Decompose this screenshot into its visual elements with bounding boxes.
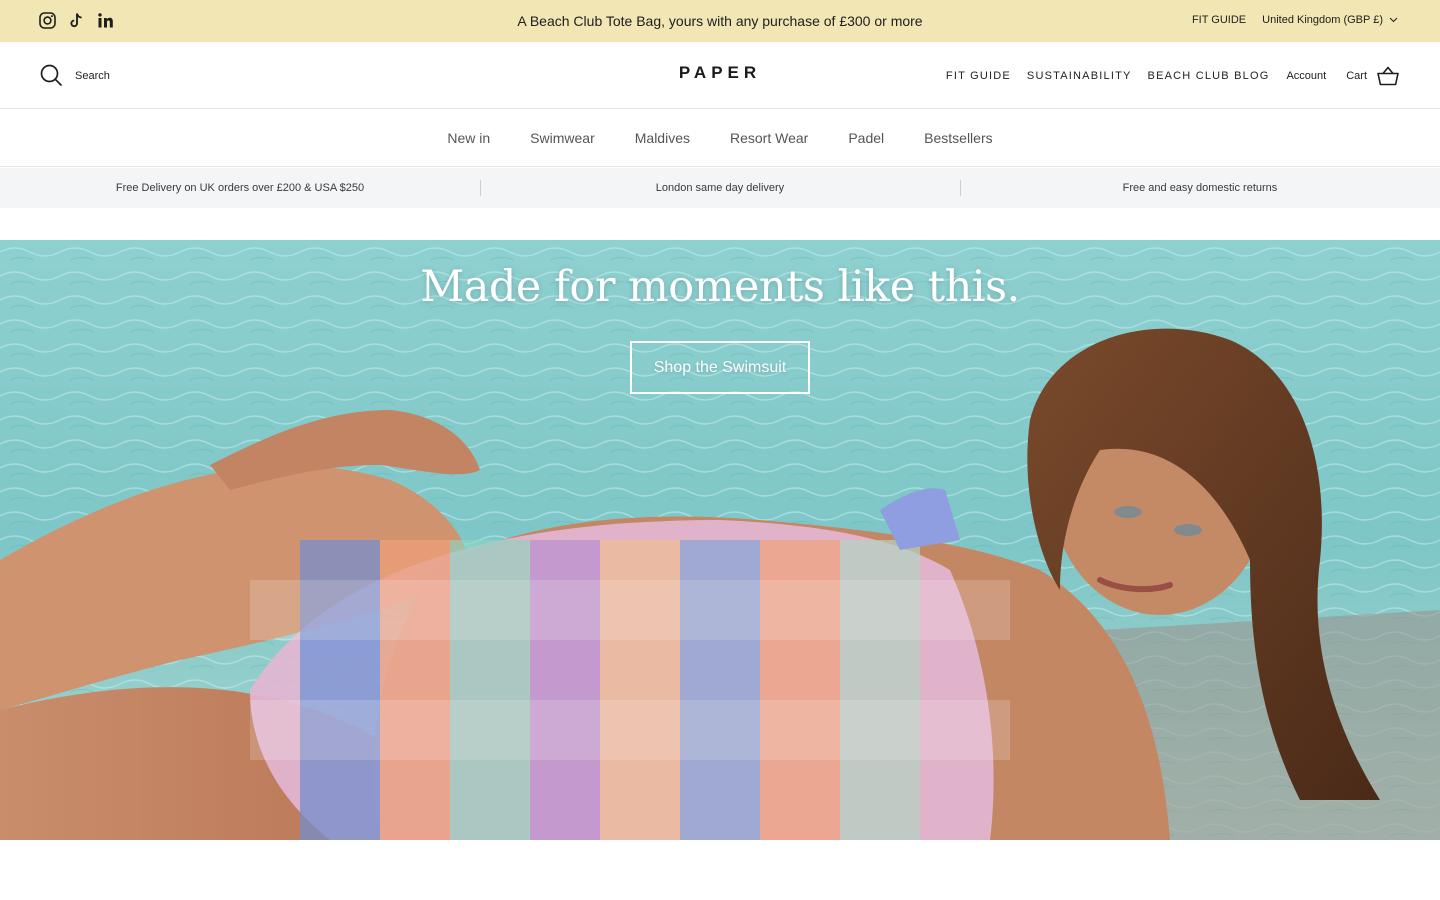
- shop-swimsuit-button[interactable]: Shop the Swimsuit: [630, 341, 810, 394]
- basket-icon: [1377, 66, 1399, 86]
- usp-returns: Free and easy domestic returns: [959, 180, 1440, 196]
- nav-item-swimwear[interactable]: Swimwear: [530, 130, 595, 146]
- cart-label: Cart: [1346, 70, 1367, 82]
- currency-selector[interactable]: United Kingdom (GBP £): [1262, 14, 1398, 26]
- nav-item-resort-wear[interactable]: Resort Wear: [730, 130, 808, 146]
- usp-same-day: London same day delivery: [479, 180, 960, 196]
- nav-item-bestsellers[interactable]: Bestsellers: [924, 130, 992, 146]
- cart-button[interactable]: Cart: [1346, 66, 1399, 86]
- nav-item-maldives[interactable]: Maldives: [635, 130, 690, 146]
- usp-bar: Free Delivery on UK orders over £200 & U…: [0, 168, 1440, 208]
- usp-free-delivery: Free Delivery on UK orders over £200 & U…: [115, 182, 365, 194]
- hero-banner[interactable]: Made for moments like this. Shop the Swi…: [0, 240, 1440, 840]
- top-fit-guide-link[interactable]: FIT GUIDE: [1192, 14, 1246, 26]
- account-link[interactable]: Account: [1286, 70, 1326, 82]
- blog-link[interactable]: BEACH CLUB BLOG: [1148, 70, 1270, 82]
- header-nav: FIT GUIDE SUSTAINABILITY BEACH CLUB BLOG…: [946, 66, 1399, 86]
- site-header: Search PAPER FIT GUIDE SUSTAINABILITY BE…: [0, 42, 1440, 109]
- sustainability-link[interactable]: SUSTAINABILITY: [1027, 70, 1132, 82]
- hero-image: [0, 240, 1440, 840]
- chevron-down-icon: [1389, 17, 1398, 23]
- fit-guide-link[interactable]: FIT GUIDE: [946, 70, 1011, 82]
- nav-item-padel[interactable]: Padel: [848, 130, 884, 146]
- hero-title: Made for moments like this.: [420, 262, 1020, 312]
- announcement-bar: A Beach Club Tote Bag, yours with any pu…: [0, 0, 1440, 42]
- nav-item-new-in[interactable]: New in: [447, 130, 490, 146]
- main-nav: New in Swimwear Maldives Resort Wear Pad…: [0, 109, 1440, 167]
- currency-label: United Kingdom (GBP £): [1262, 14, 1383, 26]
